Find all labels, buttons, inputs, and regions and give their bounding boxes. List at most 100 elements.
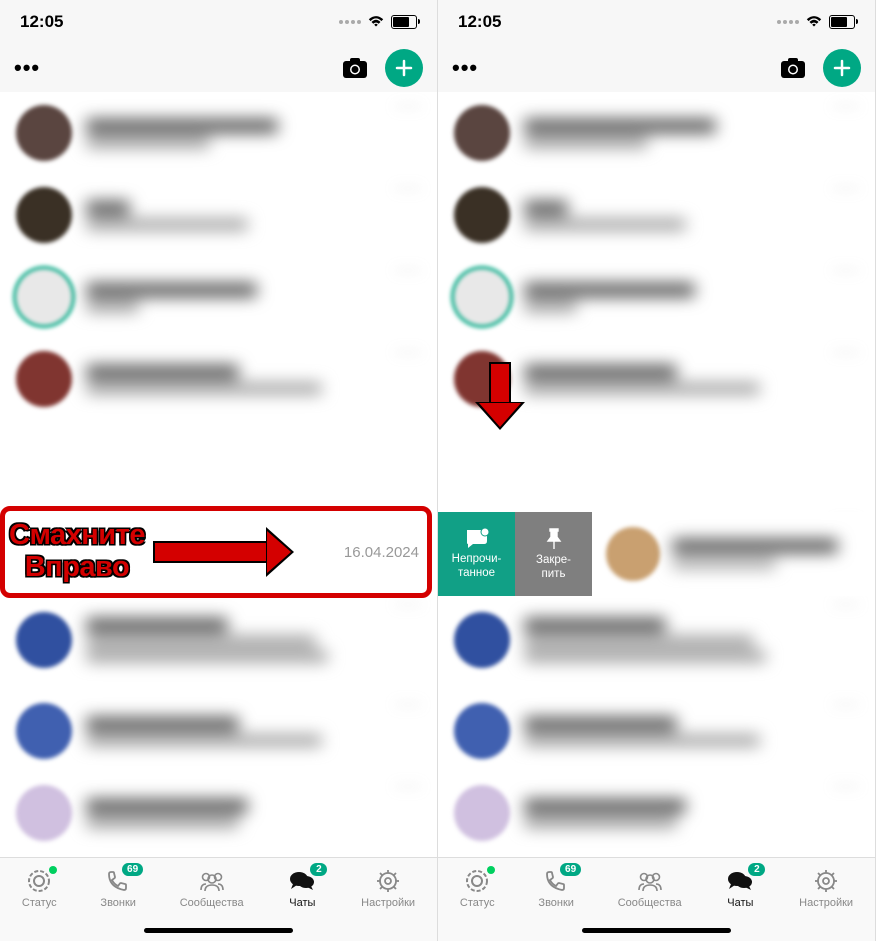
tab-label: Статус: [22, 897, 57, 909]
tab-status[interactable]: Статус: [460, 868, 495, 941]
chats-icon: 2: [725, 868, 755, 894]
avatar: [16, 187, 72, 243]
top-toolbar: •••: [438, 44, 875, 92]
avatar: [454, 785, 510, 841]
home-indicator: [582, 928, 731, 933]
new-chat-button[interactable]: [823, 49, 861, 87]
status-icon: [462, 868, 492, 894]
camera-button[interactable]: [775, 50, 811, 86]
avatar: [606, 527, 660, 581]
pin-label: Закре-: [536, 554, 571, 566]
tab-label: Сообщества: [618, 897, 682, 909]
status-bar: 12:05: [438, 0, 875, 44]
gear-icon: [373, 868, 403, 894]
chat-list[interactable]: ------ ------ ------ ------ ------ -----…: [438, 92, 875, 857]
avatar: [16, 785, 72, 841]
chats-icon: 2: [287, 868, 317, 894]
camera-button[interactable]: [337, 50, 373, 86]
chat-row[interactable]: ------: [0, 92, 437, 174]
chat-row[interactable]: ------: [438, 772, 875, 854]
chat-row[interactable]: ------: [0, 338, 437, 420]
tab-calls[interactable]: 69 Звонки: [538, 868, 574, 941]
camera-icon: [342, 57, 368, 79]
signal-icon: [339, 20, 361, 24]
battery-icon: [829, 15, 855, 29]
chat-row[interactable]: ------: [438, 256, 875, 338]
revealed-chat-remainder[interactable]: [592, 512, 875, 596]
tab-label: Звонки: [538, 897, 574, 909]
mark-unread-button[interactable]: Непрочи-танное: [438, 512, 515, 596]
chat-row[interactable]: ------: [438, 690, 875, 772]
home-indicator: [144, 928, 293, 933]
phone-icon: 69: [103, 868, 133, 894]
calls-badge: 69: [122, 863, 143, 876]
chat-row[interactable]: ------: [0, 174, 437, 256]
chat-row[interactable]: ------: [0, 256, 437, 338]
tab-label: Статус: [460, 897, 495, 909]
tab-settings[interactable]: Настройки: [361, 868, 415, 941]
avatar: [454, 105, 510, 161]
pin-button[interactable]: Закре-пить: [515, 512, 592, 596]
avatar: [454, 703, 510, 759]
tab-calls[interactable]: 69 Звонки: [100, 868, 136, 941]
avatar: [16, 105, 72, 161]
avatar: [16, 612, 72, 668]
bottom-tabbar: Статус 69 Звонки Сообщества 2 Чаты Настр…: [0, 857, 437, 941]
top-toolbar: •••: [0, 44, 437, 92]
tab-status[interactable]: Статус: [22, 868, 57, 941]
tab-label: Настройки: [799, 897, 853, 909]
highlight-date: 16.04.2024: [344, 544, 419, 561]
unread-label: Непрочи-: [452, 553, 502, 565]
tab-label: Настройки: [361, 897, 415, 909]
camera-icon: [780, 57, 806, 79]
wifi-icon: [367, 15, 385, 29]
chat-list[interactable]: ------ ------ ------ ------ ------ -----…: [0, 92, 437, 857]
chat-row[interactable]: ------: [438, 174, 875, 256]
chats-badge: 2: [310, 863, 327, 876]
status-icon: [24, 868, 54, 894]
avatar: [16, 703, 72, 759]
arrow-down-icon: [475, 362, 525, 430]
tab-label: Сообщества: [180, 897, 244, 909]
gear-icon: [811, 868, 841, 894]
chat-row[interactable]: ------: [0, 690, 437, 772]
swipe-instruction-overlay: СмахнитеВправо 16.04.2024: [0, 506, 432, 598]
chats-badge: 2: [748, 863, 765, 876]
battery-icon: [391, 15, 417, 29]
tab-label: Чаты: [289, 897, 315, 909]
plus-icon: [395, 59, 413, 77]
tab-settings[interactable]: Настройки: [799, 868, 853, 941]
new-chat-button[interactable]: [385, 49, 423, 87]
swipe-text: СмахнитеВправо: [9, 520, 145, 584]
tab-label: Чаты: [727, 897, 753, 909]
signal-icon: [777, 20, 799, 24]
plus-icon: [833, 59, 851, 77]
screen-left: 12:05 ••• ------ ------ ------ ------ --…: [0, 0, 438, 941]
chat-row[interactable]: ------: [438, 590, 875, 690]
communities-icon: [635, 868, 665, 894]
avatar: [16, 269, 72, 325]
phone-icon: 69: [541, 868, 571, 894]
chat-bubble-icon: [463, 528, 491, 550]
wifi-icon: [805, 15, 823, 29]
more-button[interactable]: •••: [14, 55, 40, 81]
avatar: [454, 612, 510, 668]
clock-time: 12:05: [20, 12, 63, 32]
calls-badge: 69: [560, 863, 581, 876]
chat-row[interactable]: ------: [438, 92, 875, 174]
arrow-right-icon: [153, 527, 344, 577]
avatar: [16, 351, 72, 407]
status-right: [339, 15, 417, 29]
chat-row[interactable]: ------: [0, 772, 437, 854]
communities-icon: [197, 868, 227, 894]
more-button[interactable]: •••: [452, 55, 478, 81]
chat-row[interactable]: ------: [0, 590, 437, 690]
swiped-chat-row: Непрочи-танное Закре-пить: [438, 512, 875, 596]
status-bar: 12:05: [0, 0, 437, 44]
pin-icon: [543, 527, 565, 551]
tab-label: Звонки: [100, 897, 136, 909]
avatar: [454, 187, 510, 243]
bottom-tabbar: Статус 69 Звонки Сообщества 2 Чаты Настр…: [438, 857, 875, 941]
clock-time: 12:05: [458, 12, 501, 32]
avatar: [454, 269, 510, 325]
